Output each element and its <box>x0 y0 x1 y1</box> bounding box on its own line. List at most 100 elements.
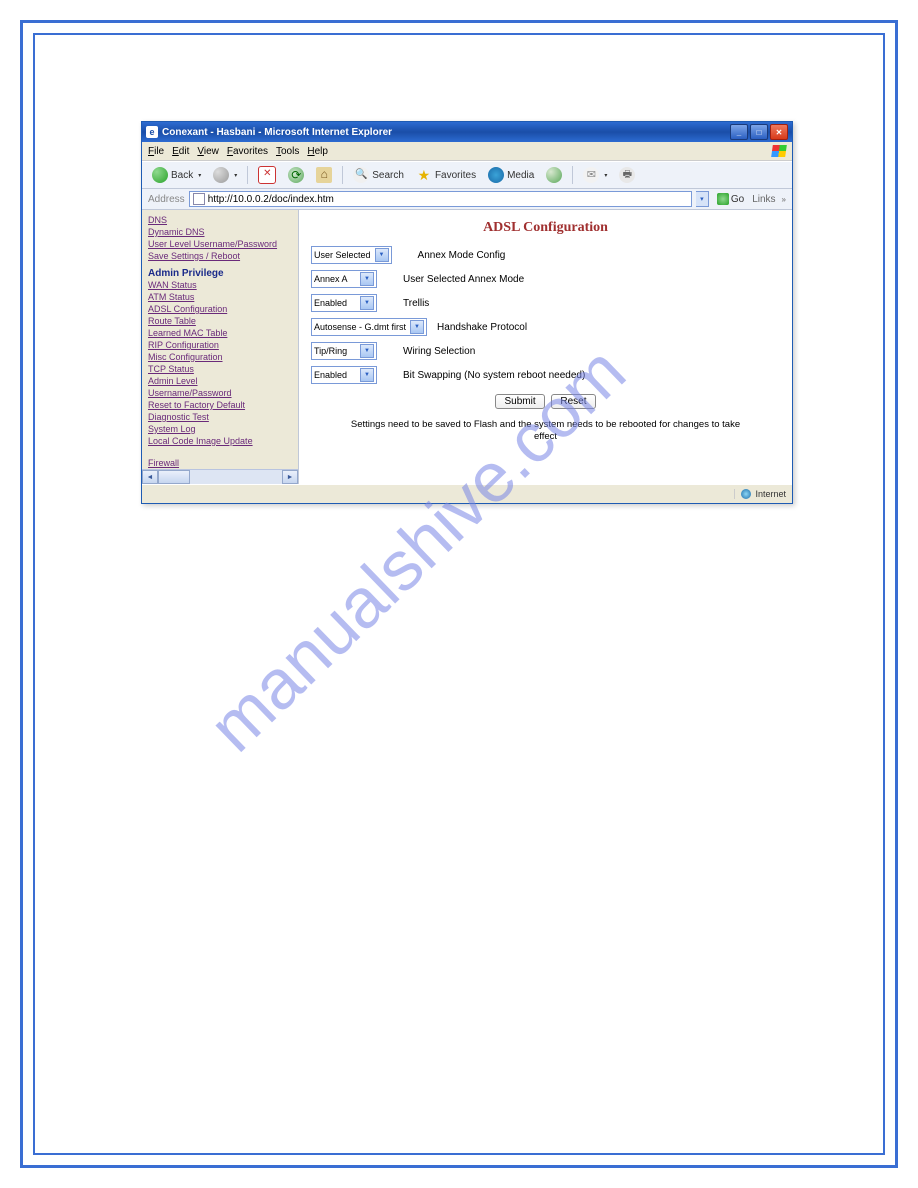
select-handshake[interactable]: Autosense - G.dmt first ▼ <box>311 318 427 336</box>
favorites-button[interactable]: Favorites <box>412 165 480 185</box>
ie-icon: e <box>146 126 158 138</box>
label-trellis: Trellis <box>403 298 429 309</box>
stop-button[interactable] <box>254 164 280 186</box>
go-icon <box>717 193 729 205</box>
media-label: Media <box>507 170 534 181</box>
menu-view[interactable]: View <box>197 146 219 157</box>
windows-flag-icon <box>771 145 787 157</box>
label-bitswap: Bit Swapping (No system reboot needed) <box>403 370 585 381</box>
cfg-row-handshake: Autosense - G.dmt first ▼ Handshake Prot… <box>311 318 780 336</box>
content-pane: ADSL Configuration User Selected ▼ Annex… <box>299 210 792 484</box>
links-chevron-icon[interactable]: » <box>780 195 786 204</box>
chevron-down-icon: ▼ <box>410 320 424 334</box>
mail-button[interactable]: ▾ <box>579 165 611 185</box>
forward-button[interactable]: ▾ <box>209 165 241 185</box>
chevron-down-icon: ▼ <box>375 248 389 262</box>
stop-icon <box>258 166 276 184</box>
sidebar-link-adsl-config[interactable]: ADSL Configuration <box>148 303 292 315</box>
cfg-row-bitswap: Enabled ▼ Bit Swapping (No system reboot… <box>311 366 780 384</box>
submit-button[interactable]: Submit <box>495 394 544 409</box>
sidebar-link-code-image[interactable]: Local Code Image Update <box>148 435 292 447</box>
favorites-label: Favorites <box>435 170 476 181</box>
search-button[interactable]: Search <box>349 165 408 185</box>
sidebar-link-save-reboot[interactable]: Save Settings / Reboot <box>148 250 292 262</box>
sidebar-link-diagnostic[interactable]: Diagnostic Test <box>148 411 292 423</box>
status-zone-label: Internet <box>755 489 786 499</box>
window-titlebar[interactable]: e Conexant - Hasbani - Microsoft Interne… <box>142 122 792 142</box>
history-icon <box>546 167 562 183</box>
sidebar-link-tcp-status[interactable]: TCP Status <box>148 363 292 375</box>
select-value: Annex A <box>314 274 348 284</box>
cfg-row-user-annex-mode: Annex A ▼ User Selected Annex Mode <box>311 270 780 288</box>
search-label: Search <box>372 170 404 181</box>
select-user-annex-mode[interactable]: Annex A ▼ <box>311 270 377 288</box>
media-icon <box>488 167 504 183</box>
scroll-right-button[interactable]: ► <box>282 470 298 484</box>
address-label: Address <box>148 194 185 205</box>
print-button[interactable] <box>615 165 639 185</box>
sidebar-link-system-log[interactable]: System Log <box>148 423 292 435</box>
refresh-button[interactable] <box>284 165 308 185</box>
scroll-thumb[interactable] <box>158 470 190 484</box>
globe-icon <box>741 489 751 499</box>
search-icon <box>353 167 369 183</box>
select-value: User Selected <box>314 250 371 260</box>
chevron-down-icon: ▼ <box>360 272 374 286</box>
refresh-icon <box>288 167 304 183</box>
home-button[interactable] <box>312 165 336 185</box>
star-icon <box>416 167 432 183</box>
go-button[interactable]: Go <box>713 193 748 205</box>
close-button[interactable]: ✕ <box>770 124 788 140</box>
back-dropdown-icon: ▾ <box>198 172 201 179</box>
sidebar-link-dynamic-dns[interactable]: Dynamic DNS <box>148 226 292 238</box>
address-input[interactable]: http://10.0.0.2/doc/index.htm <box>189 191 692 207</box>
menu-bar: File Edit View Favorites Tools Help <box>142 142 792 161</box>
minimize-button[interactable]: _ <box>730 124 748 140</box>
back-button[interactable]: Back ▾ <box>148 165 205 185</box>
cfg-row-trellis: Enabled ▼ Trellis <box>311 294 780 312</box>
links-label[interactable]: Links <box>752 194 775 205</box>
select-annex-mode-config[interactable]: User Selected ▼ <box>311 246 392 264</box>
sidebar-link-wan-status[interactable]: WAN Status <box>148 279 292 291</box>
chevron-down-icon: ▼ <box>360 344 374 358</box>
sidebar-link-learned-mac[interactable]: Learned MAC Table <box>148 327 292 339</box>
sidebar-link-user-level[interactable]: User Level Username/Password <box>148 238 292 250</box>
sidebar-link-admin-level[interactable]: Admin Level <box>148 375 292 387</box>
sidebar-link-username-password[interactable]: Username/Password <box>148 387 292 399</box>
form-buttons: Submit Reset <box>311 394 780 409</box>
sidebar-link-route-table[interactable]: Route Table <box>148 315 292 327</box>
select-value: Tip/Ring <box>314 346 347 356</box>
menu-favorites[interactable]: Favorites <box>227 146 268 157</box>
print-icon <box>619 167 635 183</box>
page-icon <box>193 193 205 205</box>
sidebar-link-factory-default[interactable]: Reset to Factory Default <box>148 399 292 411</box>
address-dropdown-button[interactable]: ▾ <box>696 191 709 207</box>
label-wiring: Wiring Selection <box>403 346 475 357</box>
sidebar-hscrollbar[interactable]: ◄ ► <box>142 469 298 484</box>
sidebar-link-dns[interactable]: DNS <box>148 214 292 226</box>
sidebar-link-atm-status[interactable]: ATM Status <box>148 291 292 303</box>
sidebar-link-misc-config[interactable]: Misc Configuration <box>148 351 292 363</box>
menu-edit[interactable]: Edit <box>172 146 189 157</box>
address-bar: Address http://10.0.0.2/doc/index.htm ▾ … <box>142 189 792 210</box>
select-trellis[interactable]: Enabled ▼ <box>311 294 377 312</box>
sidebar-link-firewall[interactable]: Firewall <box>148 457 292 469</box>
sidebar-link-rip-config[interactable]: RIP Configuration <box>148 339 292 351</box>
label-handshake: Handshake Protocol <box>437 322 527 333</box>
label-annex-mode-config: Annex Mode Config <box>418 250 506 261</box>
browser-body: DNS Dynamic DNS User Level Username/Pass… <box>142 210 792 484</box>
status-bar: Internet <box>142 484 792 503</box>
maximize-button[interactable]: □ <box>750 124 768 140</box>
history-button[interactable] <box>542 165 566 185</box>
menu-help[interactable]: Help <box>307 146 328 157</box>
menu-tools[interactable]: Tools <box>276 146 299 157</box>
select-wiring[interactable]: Tip/Ring ▼ <box>311 342 377 360</box>
chevron-down-icon: ▼ <box>360 368 374 382</box>
media-button[interactable]: Media <box>484 165 538 185</box>
select-bitswap[interactable]: Enabled ▼ <box>311 366 377 384</box>
status-zone: Internet <box>734 489 786 499</box>
mail-icon <box>583 167 599 183</box>
menu-file[interactable]: File <box>148 146 164 157</box>
scroll-left-button[interactable]: ◄ <box>142 470 158 484</box>
reset-button[interactable]: Reset <box>551 394 595 409</box>
